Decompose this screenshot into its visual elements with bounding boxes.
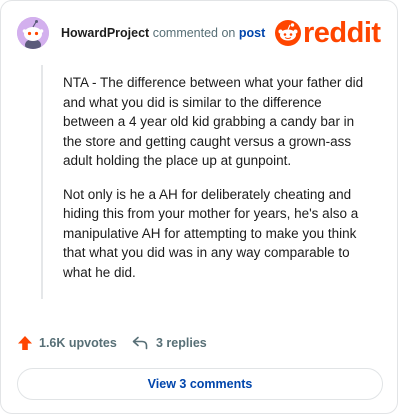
post-link[interactable]: post — [239, 26, 265, 40]
reddit-snoo-icon — [275, 20, 301, 46]
action-text: commented on — [152, 26, 236, 40]
comment-byline: HowardProject commented on post — [61, 26, 265, 41]
snoo-avatar-icon — [17, 17, 49, 49]
reply-arrow-icon — [132, 336, 148, 350]
avatar[interactable] — [17, 17, 49, 49]
comment-paragraph: Not only is he a AH for deliberately che… — [63, 186, 359, 280]
comment-paragraph: NTA - The difference between what your f… — [63, 75, 364, 168]
reddit-logo[interactable]: reddit — [275, 17, 385, 49]
upvotes-count: 1.6K upvotes — [39, 336, 117, 350]
replies-button[interactable]: 3 replies — [132, 333, 207, 353]
reddit-wordmark: reddit — [303, 17, 381, 49]
comment-card: HowardProject commented on post reddit N… — [0, 0, 398, 414]
comment-actions: 1.6K upvotes 3 replies — [17, 333, 387, 353]
view-comments-button[interactable]: View 3 comments — [17, 368, 383, 400]
upvote-arrow-icon — [18, 336, 32, 350]
author-username[interactable]: HowardProject — [61, 26, 149, 40]
upvotes-button[interactable]: 1.6K upvotes — [17, 333, 117, 353]
replies-count: 3 replies — [156, 336, 207, 350]
comment-body: NTA - The difference between what your f… — [41, 65, 371, 299]
comment-header: HowardProject commented on post reddit — [17, 17, 385, 49]
